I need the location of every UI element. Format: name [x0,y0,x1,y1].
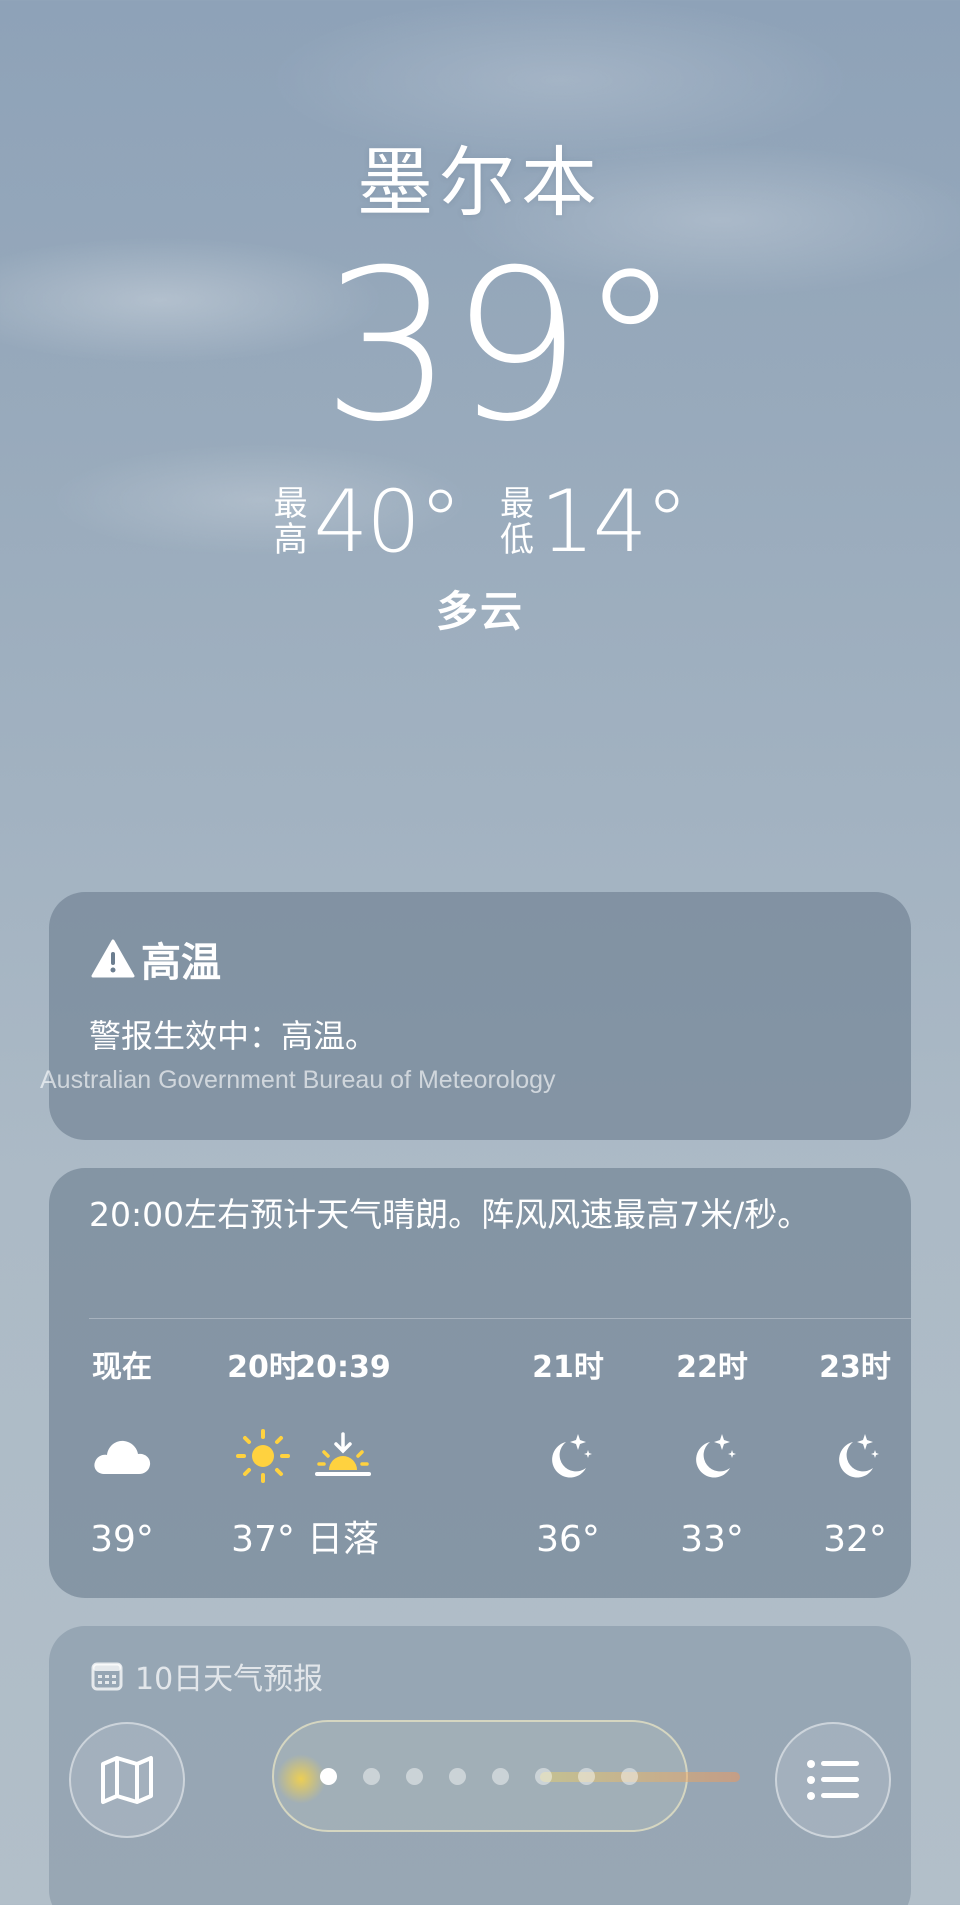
high-temperature: 40° [313,472,462,572]
city-name: 墨尔本 [357,138,603,227]
page-dot[interactable] [578,1768,595,1785]
hour-label: 22时 [676,1350,748,1385]
low-temperature: 14° [540,472,688,572]
hour-temp: 33° [680,1519,744,1560]
divider [89,1318,911,1319]
page-dot[interactable] [492,1768,509,1785]
heat-alert-card[interactable]: 高温 警报生效中：高温。 [49,892,911,1140]
forecast-title: 10日天气预报 [135,1662,324,1697]
list-button[interactable] [775,1722,891,1838]
map-icon [101,1756,153,1804]
hour-label: 20:39 [295,1350,391,1385]
moon-stars-icon [696,1434,736,1478]
alert-body: 警报生效中：高温。 [89,1017,378,1055]
hourly-forecast-card[interactable]: 20:00左右预计天气晴朗。阵风风速最高7米/秒。 现在 39° 20时 37°… [49,1168,911,1598]
hour-label: 23时 [819,1350,891,1385]
cloud-icon [94,1440,151,1474]
moon-stars-icon [552,1434,592,1478]
hour-item: 现在 39° [57,1348,187,1562]
hour-item: 20:39 日落 [278,1348,408,1562]
sunset-icon [315,1432,371,1476]
hour-temp: 日落 [306,1519,379,1560]
page-dot-active[interactable] [320,1768,337,1785]
hour-label: 21时 [532,1350,604,1385]
high-low-temperatures: 最 高 40° 最 低 14° [0,472,960,572]
hourly-summary: 20:00左右预计天气晴朗。阵风风速最高7米/秒。 [89,1195,811,1234]
hour-item: 22时 33° [647,1348,777,1562]
moon-stars-icon [839,1434,879,1478]
alert-source: Australian Government Bureau of Meteorol… [40,1066,556,1094]
warning-triangle-icon [91,939,135,978]
page-dot[interactable] [621,1768,638,1785]
location-arrow-glow [276,1754,326,1804]
hour-item: 21时 36° [503,1348,633,1562]
list-icon [807,1760,859,1800]
low-label: 最 低 [500,484,534,560]
current-temperature: 39° [321,226,683,468]
calendar-icon [91,1662,123,1691]
hour-temp: 39° [90,1519,154,1560]
alert-title: 高温 [91,930,221,988]
page-dot[interactable] [363,1768,380,1785]
hour-temp: 32° [823,1519,887,1560]
temperature-range-bar [540,1772,740,1782]
hour-temp: 36° [536,1519,600,1560]
high-label: 最 高 [273,484,308,560]
page-dot[interactable] [406,1768,423,1785]
page-dot[interactable] [449,1768,466,1785]
hour-item: 23时 32° [790,1348,920,1562]
map-button[interactable] [69,1722,185,1838]
forecast-header: 10日天气预报 [91,1654,323,1698]
hour-label: 现在 [92,1350,152,1385]
weather-condition: 多云 [435,587,524,636]
page-dot[interactable] [535,1768,552,1785]
alert-title-text: 高温 [141,940,221,986]
